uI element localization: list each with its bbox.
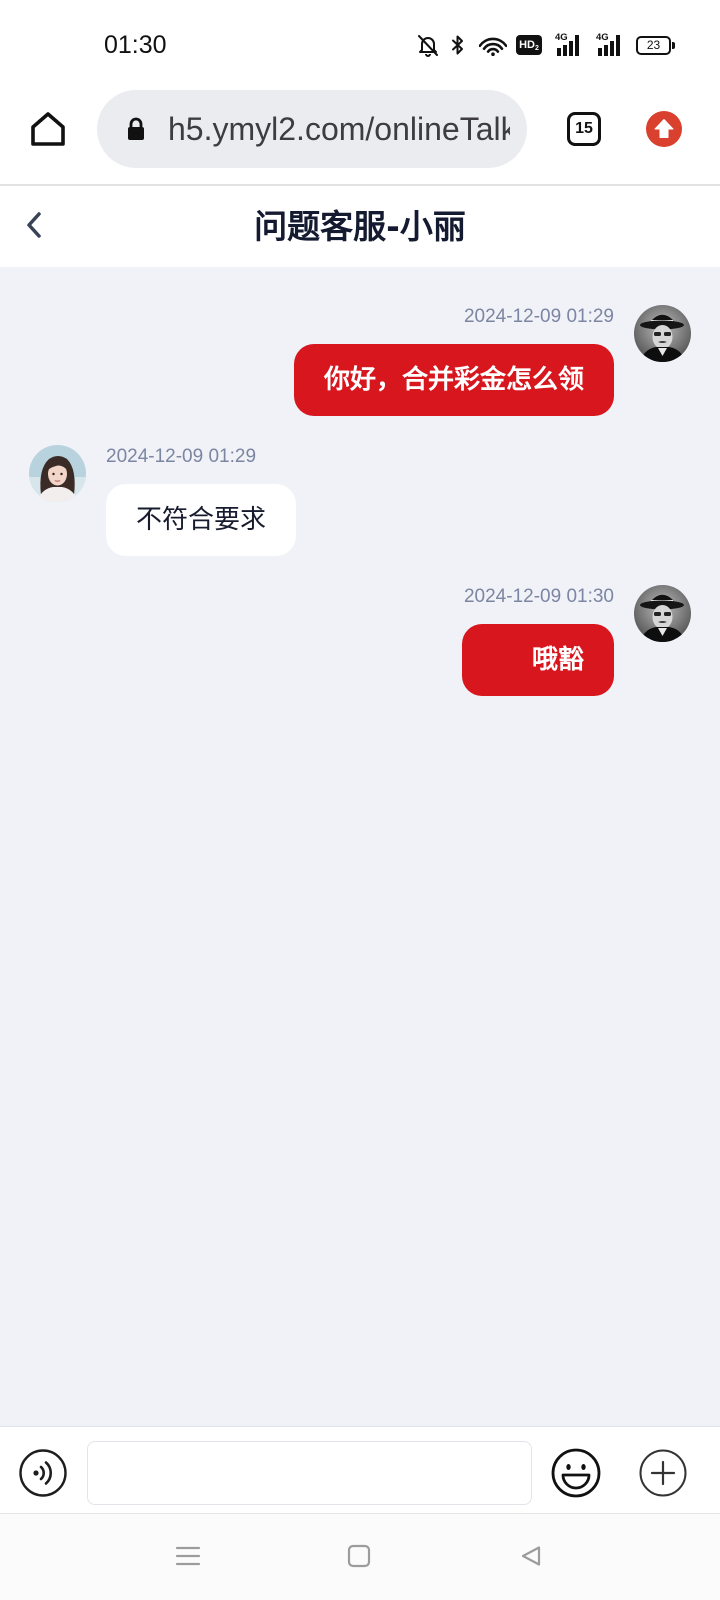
- user-avatar[interactable]: [634, 305, 691, 362]
- chat-message-list[interactable]: 2024-12-09 01:29 你好，合并彩金怎么领 2024-12-09 0…: [0, 267, 720, 1426]
- bell-off-icon: [417, 33, 439, 57]
- network-type-label: 4G: [596, 32, 609, 43]
- message-timestamp: 2024-12-09 01:29: [106, 446, 257, 467]
- message-content: 2024-12-09 01:30 哦豁: [462, 585, 614, 696]
- message-bubble[interactable]: 哦豁: [462, 624, 614, 696]
- system-nav-bar: [0, 1513, 720, 1600]
- status-bar: 01:30 HD 2 4G 4G 23: [0, 0, 720, 74]
- signal-icon: 4G: [596, 33, 622, 57]
- message-bubble[interactable]: 你好，合并彩金怎么领: [293, 344, 614, 416]
- page-title: 问题客服-小丽: [254, 207, 466, 246]
- message-bubble[interactable]: 不符合要求: [106, 484, 297, 556]
- hd-sub-label: 2: [534, 44, 539, 52]
- message-content: 2024-12-09 01:29 不符合要求: [106, 445, 297, 556]
- tabs-icon[interactable]: 15: [567, 112, 601, 146]
- browser-toolbar: h5.ymyl2.com/onlineTalk 15: [0, 74, 720, 184]
- agent-avatar[interactable]: [29, 445, 86, 502]
- message-input[interactable]: [87, 1441, 532, 1505]
- app-screen: 01:30 HD 2 4G 4G 23 h5.ymyl2.com/onlineT…: [0, 0, 720, 1600]
- update-arrow-icon[interactable]: [646, 111, 682, 147]
- bluetooth-icon: [450, 33, 466, 57]
- network-type-label: 4G: [555, 32, 568, 43]
- battery-tip: [672, 42, 675, 49]
- home-icon[interactable]: [28, 109, 68, 149]
- battery-level: 23: [646, 38, 661, 52]
- message-row: 2024-12-09 01:29 你好，合并彩金怎么领: [29, 305, 691, 416]
- chat-header: 问题客服-小丽: [0, 186, 720, 267]
- back-triangle-icon[interactable]: [519, 1544, 543, 1568]
- address-bar[interactable]: h5.ymyl2.com/onlineTalk: [97, 90, 527, 168]
- signal-icon: 4G: [555, 33, 581, 57]
- emoji-icon[interactable]: [551, 1448, 601, 1498]
- user-avatar[interactable]: [634, 585, 691, 642]
- lock-icon: [126, 116, 146, 142]
- message-timestamp: 2024-12-09 01:30: [463, 586, 614, 607]
- hd-label: HD: [519, 39, 535, 51]
- url-text[interactable]: h5.ymyl2.com/onlineTalk: [168, 90, 510, 168]
- hd-icon: HD 2: [516, 35, 542, 55]
- message-row: 2024-12-09 01:29 不符合要求: [29, 445, 691, 556]
- status-time: 01:30: [104, 31, 167, 59]
- message-row: 2024-12-09 01:30 哦豁: [29, 585, 691, 696]
- square-icon[interactable]: [347, 1544, 371, 1568]
- menu-icon[interactable]: [175, 1545, 201, 1567]
- battery-icon: 23: [636, 36, 671, 55]
- plus-circle-icon[interactable]: [639, 1449, 687, 1497]
- voice-icon[interactable]: [19, 1449, 67, 1497]
- composer-bar: [0, 1426, 720, 1513]
- wifi-icon: [479, 34, 507, 56]
- message-content: 2024-12-09 01:29 你好，合并彩金怎么领: [293, 305, 614, 416]
- message-timestamp: 2024-12-09 01:29: [463, 306, 614, 327]
- chevron-left-icon[interactable]: [25, 210, 43, 240]
